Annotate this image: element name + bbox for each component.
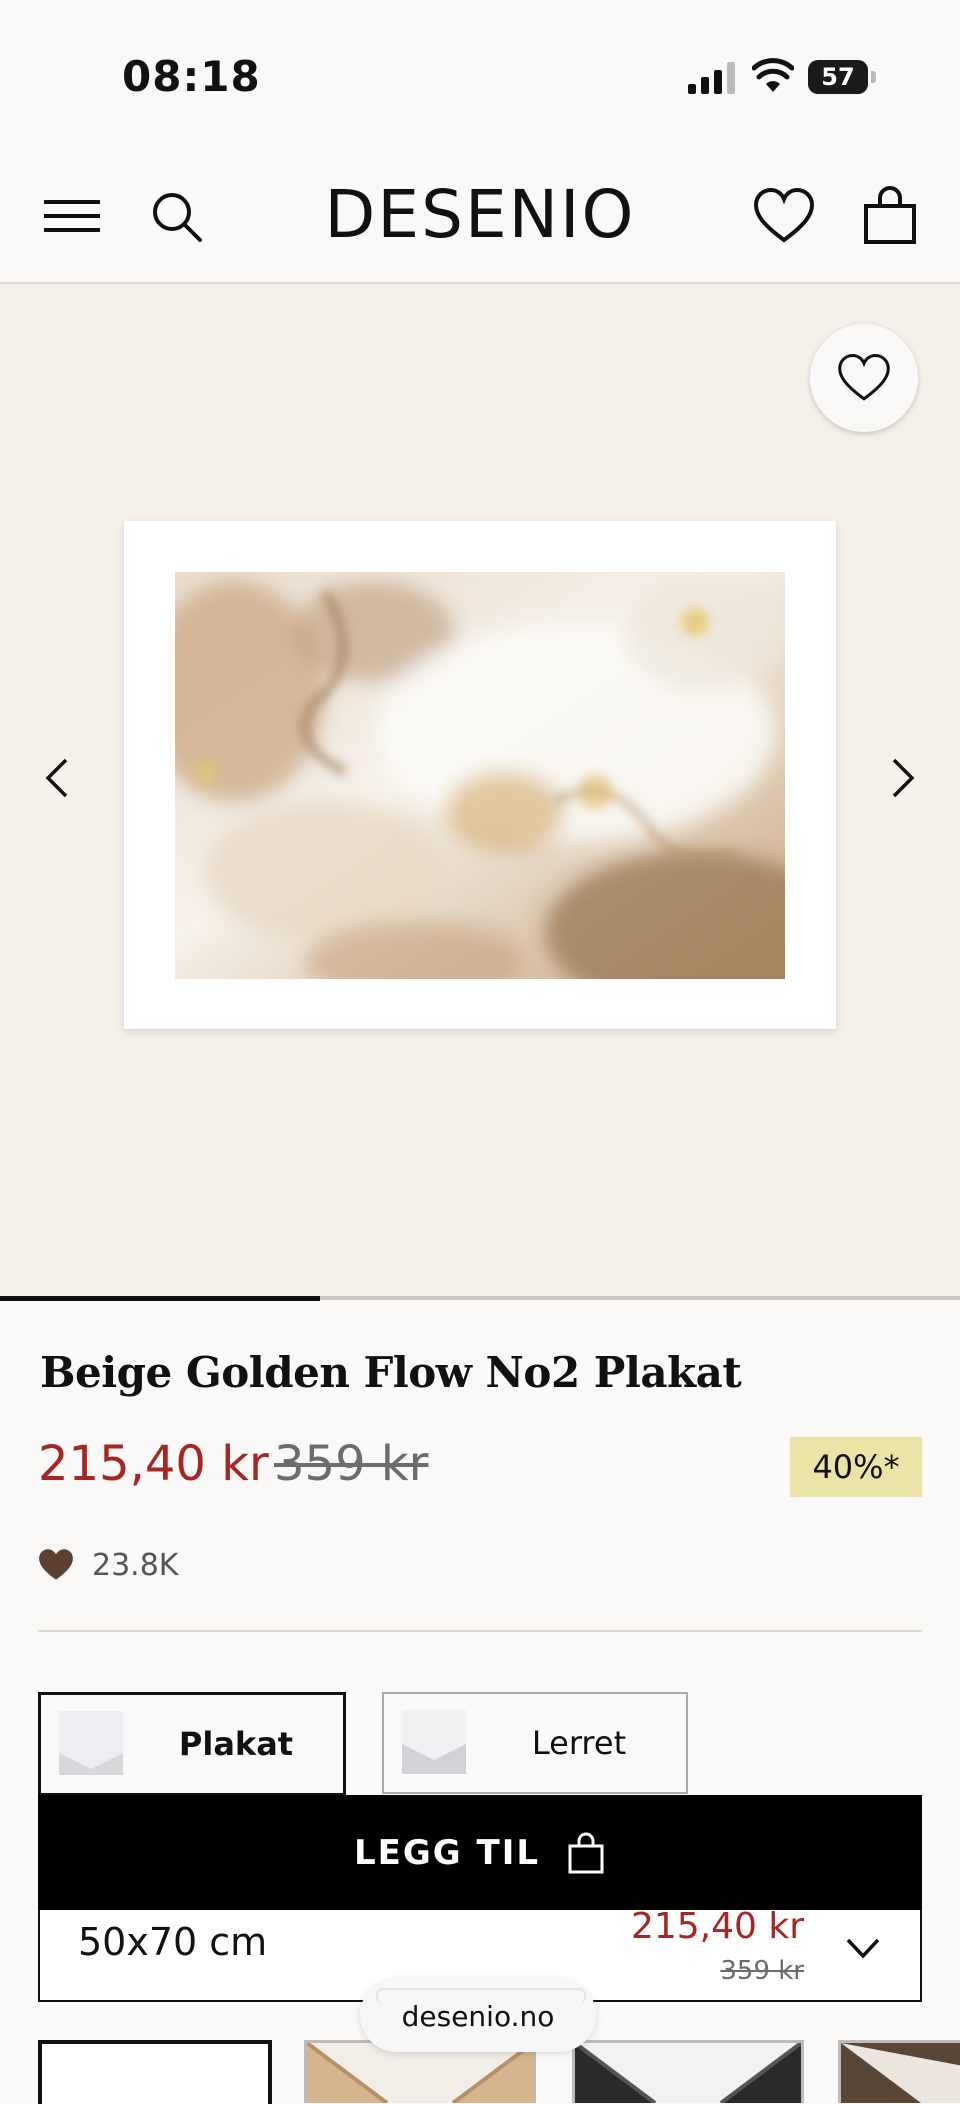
frame-option-none[interactable]	[38, 2040, 272, 2104]
favorite-button[interactable]	[810, 324, 918, 432]
wishlist-heart-icon[interactable]	[752, 186, 816, 246]
frame-option-black[interactable]	[572, 2040, 804, 2103]
status-time: 08:18	[122, 52, 261, 101]
dark-wood-frame-swatch	[841, 2043, 960, 2103]
product-title: Beige Golden Flow No2 Plakat	[40, 1348, 742, 1397]
heart-icon	[838, 353, 890, 401]
battery-icon: 57	[808, 60, 876, 94]
option-plakat[interactable]: Plakat	[38, 1692, 346, 1796]
divider	[38, 1630, 922, 1632]
heart-filled-icon	[39, 1549, 73, 1580]
size-label: 50x70 cm	[78, 1920, 268, 1964]
oak-frame-swatch	[307, 2043, 533, 2103]
poster-artwork	[175, 572, 785, 979]
chevron-right-icon[interactable]	[882, 752, 922, 804]
original-price: 359 kr	[274, 1436, 429, 1492]
frame-option-dark-wood[interactable]	[838, 2040, 960, 2103]
poster-thumbnail-icon	[59, 1711, 123, 1775]
option-label: Lerret	[531, 1724, 627, 1762]
likes-count: 23.8K	[92, 1548, 179, 1583]
bag-icon[interactable]	[858, 186, 922, 246]
option-label: Plakat	[178, 1725, 294, 1763]
add-to-cart-label: LEGG TIL	[353, 1833, 541, 1873]
size-price: 215,40 kr	[630, 1906, 804, 1947]
site-logo[interactable]: DESENIO	[0, 176, 960, 253]
black-frame-swatch	[575, 2043, 801, 2103]
browser-url[interactable]: desenio.no	[360, 2000, 596, 2033]
battery-level: 57	[821, 63, 855, 91]
option-lerret[interactable]: Lerret	[382, 1692, 688, 1794]
wifi-icon	[752, 58, 794, 92]
add-to-cart-button[interactable]: LEGG TIL	[38, 1795, 922, 1911]
sale-price: 215,40 kr	[38, 1436, 269, 1492]
chevron-down-icon[interactable]	[842, 1930, 884, 1966]
gallery-progress-fill	[0, 1296, 320, 1301]
discount-badge: 40%*	[790, 1437, 922, 1497]
size-old-price: 359 kr	[720, 1956, 804, 1986]
bag-icon	[568, 1832, 604, 1874]
chevron-left-icon[interactable]	[38, 752, 78, 804]
canvas-thumbnail-icon	[402, 1710, 466, 1774]
signal-icon	[688, 62, 735, 94]
